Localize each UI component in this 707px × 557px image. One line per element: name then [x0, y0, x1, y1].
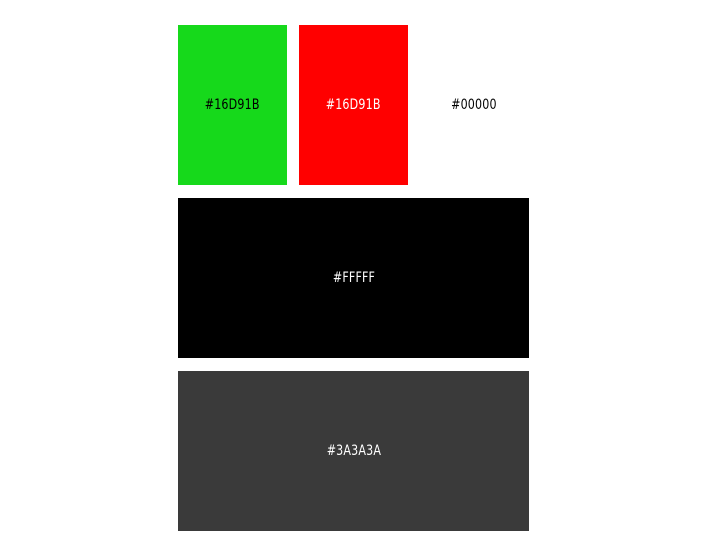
color-swatch-white: #00000: [419, 25, 528, 185]
color-swatch-gray: #3A3A3A: [178, 371, 529, 531]
swatch-label: #16D91B: [205, 97, 260, 113]
color-swatch-black: #FFFFF: [178, 198, 529, 358]
color-swatch-red: #16D91B: [299, 25, 408, 185]
swatch-label: #FFFFF: [332, 270, 375, 286]
color-swatch-green: #16D91B: [178, 25, 287, 185]
swatch-label: #3A3A3A: [326, 443, 381, 459]
swatch-label: #16D91B: [326, 97, 381, 113]
swatch-label: #00000: [450, 97, 497, 113]
